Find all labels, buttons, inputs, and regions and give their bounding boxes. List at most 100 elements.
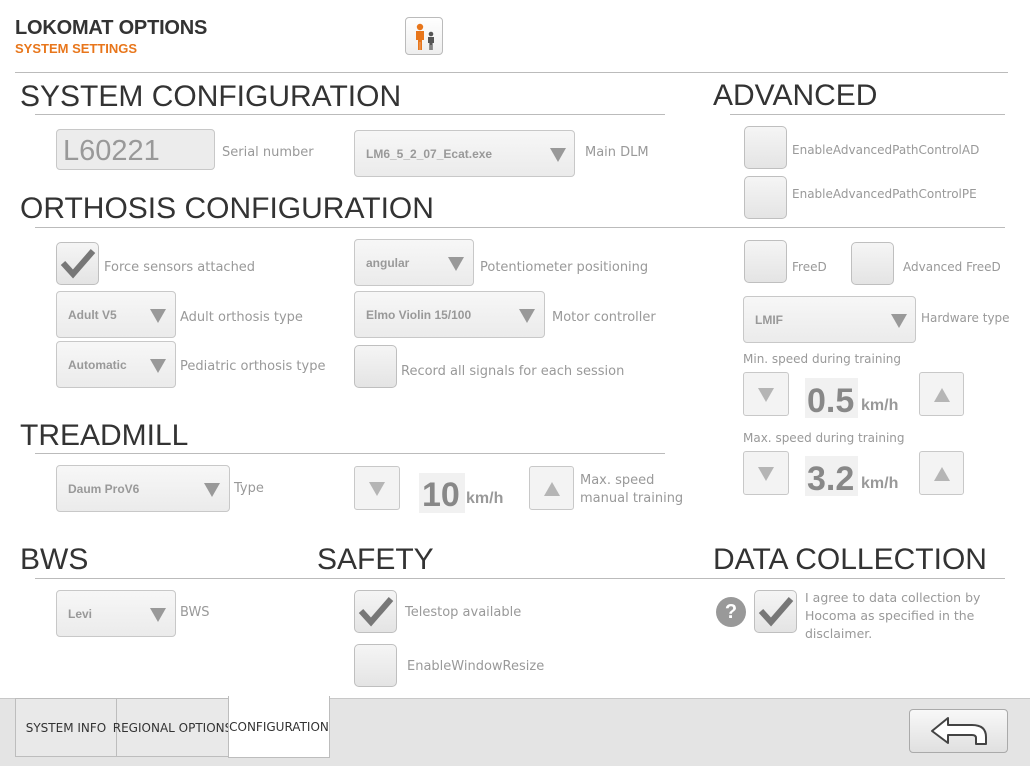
orthosis-configuration-title: ORTHOSIS CONFIGURATION [20, 192, 434, 225]
section-divider [35, 453, 665, 454]
adult-orthosis-dropdown[interactable]: Adult V5 [56, 291, 176, 338]
chevron-down-icon [448, 257, 464, 271]
force-sensors-checkbox[interactable] [56, 242, 99, 285]
enable-adv-path-pe-label: EnableAdvancedPathControlPE [792, 187, 977, 201]
treadmill-type-value: Daum ProV6 [68, 482, 140, 496]
checkmark-icon [60, 249, 96, 279]
main-dlm-dropdown[interactable]: LM6_5_2_07_Ecat.exe [354, 130, 575, 177]
treadmill-speed-decrease-button[interactable] [354, 466, 400, 510]
checkmark-icon [358, 597, 394, 627]
advanced-title: ADVANCED [713, 79, 878, 112]
section-divider [35, 578, 1005, 579]
bws-label: BWS [180, 605, 210, 620]
data-collection-checkbox[interactable] [754, 590, 797, 633]
potentiometer-value: angular [366, 256, 410, 270]
potentiometer-dropdown[interactable]: angular [354, 239, 474, 286]
min-speed-decrease-button[interactable] [743, 372, 789, 416]
tab-label: CONFIGURATION [229, 719, 329, 734]
freed-label: FreeD [792, 260, 827, 274]
motor-controller-value: Elmo Violin 15/100 [366, 308, 472, 322]
pediatric-orthosis-value: Automatic [68, 358, 127, 372]
hardware-type-dropdown[interactable]: LMIF [743, 296, 916, 343]
tab-label: SYSTEM INFO [25, 720, 107, 735]
chevron-down-icon [519, 309, 535, 323]
record-signals-label: Record all signals for each session [401, 364, 625, 379]
down-arrow-icon [758, 388, 774, 402]
max-speed-training-label: Max. speed during training [743, 431, 905, 445]
advanced-freed-label: Advanced FreeD [903, 260, 1001, 274]
freed-checkbox[interactable] [744, 240, 787, 283]
section-divider [35, 114, 665, 115]
motor-controller-label: Motor controller [552, 310, 656, 325]
adult-orthosis-value: Adult V5 [68, 308, 117, 322]
data-collection-title: DATA COLLECTION [713, 543, 987, 576]
up-arrow-icon [934, 388, 950, 402]
adult-orthosis-label: Adult orthosis type [180, 310, 303, 325]
page-subtitle: SYSTEM SETTINGS [15, 41, 138, 56]
main-dlm-value: LM6_5_2_07_Ecat.exe [366, 147, 493, 161]
max-speed-increase-button[interactable] [919, 451, 964, 495]
tab-configuration[interactable]: CONFIGURATION [228, 696, 330, 758]
telestop-checkbox[interactable] [354, 590, 397, 633]
max-speed-decrease-button[interactable] [743, 451, 789, 495]
data-collection-label: I agree to data collection by Hocoma as … [805, 590, 981, 641]
treadmill-type-label: Type [234, 481, 264, 496]
tab-regional-options[interactable]: REGIONAL OPTIONS [112, 698, 233, 757]
question-icon[interactable]: ? [716, 597, 746, 627]
pediatric-orthosis-dropdown[interactable]: Automatic [56, 341, 176, 388]
section-divider [730, 114, 1005, 115]
patient-mode-button[interactable] [405, 17, 443, 55]
chevron-down-icon [150, 309, 166, 323]
treadmill-title: TREADMILL [20, 419, 189, 452]
page-title: LOKOMAT OPTIONS [15, 17, 208, 39]
chevron-down-icon [550, 148, 566, 162]
serial-number-label: Serial number [222, 145, 314, 160]
up-arrow-icon [934, 467, 950, 481]
enable-adv-path-ad-checkbox[interactable] [744, 126, 787, 169]
safety-title: SAFETY [317, 543, 434, 576]
chevron-down-icon [204, 483, 220, 497]
chevron-down-icon [150, 608, 166, 622]
treadmill-max-speed-value: 10 [422, 476, 460, 514]
section-divider [35, 227, 1005, 228]
min-speed-value: 0.5 [807, 382, 855, 420]
bws-title: BWS [20, 543, 89, 576]
header-divider [15, 72, 1008, 73]
treadmill-max-speed-unit: km/h [466, 490, 504, 507]
max-speed-training-unit: km/h [861, 475, 899, 492]
min-speed-increase-button[interactable] [919, 372, 964, 416]
system-configuration-title: SYSTEM CONFIGURATION [20, 80, 402, 113]
bws-dropdown[interactable]: Levi [56, 590, 176, 637]
chevron-down-icon [150, 359, 166, 373]
adult-child-icon [416, 23, 434, 50]
min-speed-label: Min. speed during training [743, 352, 902, 366]
enable-adv-path-ad-label: EnableAdvancedPathControlAD [792, 143, 980, 157]
down-arrow-icon [369, 482, 385, 496]
potentiometer-label: Potentiometer positioning [480, 260, 649, 275]
tab-label: REGIONAL OPTIONS [112, 720, 233, 735]
advanced-freed-checkbox[interactable] [851, 242, 894, 285]
bws-value: Levi [68, 607, 93, 621]
serial-number-field[interactable]: L60221 [56, 129, 215, 170]
hardware-type-value: LMIF [755, 313, 783, 327]
up-arrow-icon [544, 482, 560, 496]
serial-number-value: L60221 [63, 135, 160, 167]
hardware-type-label: Hardware type [921, 311, 1010, 325]
record-signals-checkbox[interactable] [354, 345, 397, 388]
tab-system-info[interactable]: SYSTEM INFO [15, 698, 117, 757]
treadmill-max-speed-label: Max. speed manual training [580, 473, 684, 506]
motor-controller-dropdown[interactable]: Elmo Violin 15/100 [354, 291, 545, 338]
back-arrow-icon [931, 717, 987, 745]
pediatric-orthosis-label: Pediatric orthosis type [180, 359, 326, 374]
enable-adv-path-pe-checkbox[interactable] [744, 176, 787, 219]
telestop-label: Telestop available [405, 605, 522, 620]
window-resize-checkbox[interactable] [354, 644, 397, 687]
treadmill-speed-increase-button[interactable] [529, 466, 574, 510]
main-dlm-label: Main DLM [585, 145, 649, 160]
back-button[interactable] [909, 709, 1008, 753]
min-speed-unit: km/h [861, 397, 899, 414]
checkmark-icon [758, 597, 794, 627]
force-sensors-label: Force sensors attached [104, 260, 256, 275]
chevron-down-icon [891, 314, 907, 328]
treadmill-type-dropdown[interactable]: Daum ProV6 [56, 465, 230, 512]
